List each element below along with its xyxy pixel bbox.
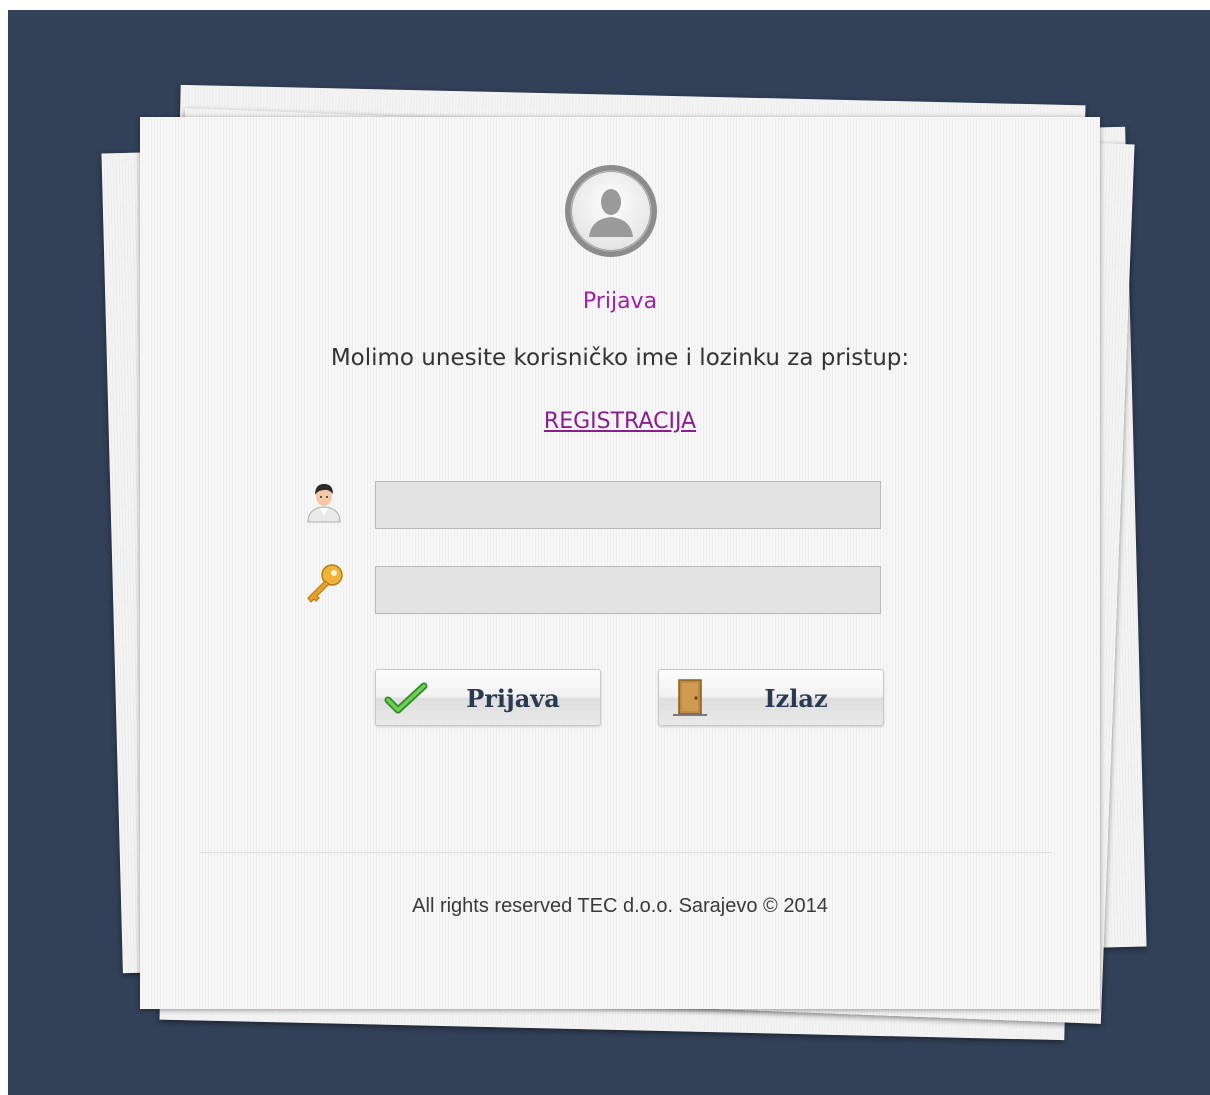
register-link[interactable]: REGISTRACIJA [140, 409, 1100, 434]
door-icon [673, 679, 707, 716]
page-background: Prijava Molimo unesite korisničko ime i … [8, 10, 1210, 1095]
login-card: Prijava Molimo unesite korisničko ime i … [140, 117, 1100, 1009]
login-button[interactable]: Prijava [375, 669, 601, 726]
login-title: Prijava [582, 289, 658, 314]
user-icon [307, 484, 341, 523]
divider [200, 852, 1052, 853]
password-input[interactable] [375, 566, 881, 614]
login-button-label: Prijava [466, 684, 560, 713]
avatar-icon [565, 165, 657, 257]
checkmark-icon [384, 682, 428, 714]
exit-button-label: Izlaz [764, 684, 828, 713]
key-icon [307, 564, 343, 603]
exit-button[interactable]: Izlaz [658, 669, 884, 726]
footer-copyright: All rights reserved TEC d.o.o. Sarajevo … [412, 895, 828, 917]
login-instruction: Molimo unesite korisničko ime i lozinku … [330, 345, 910, 371]
username-input[interactable] [375, 481, 881, 529]
